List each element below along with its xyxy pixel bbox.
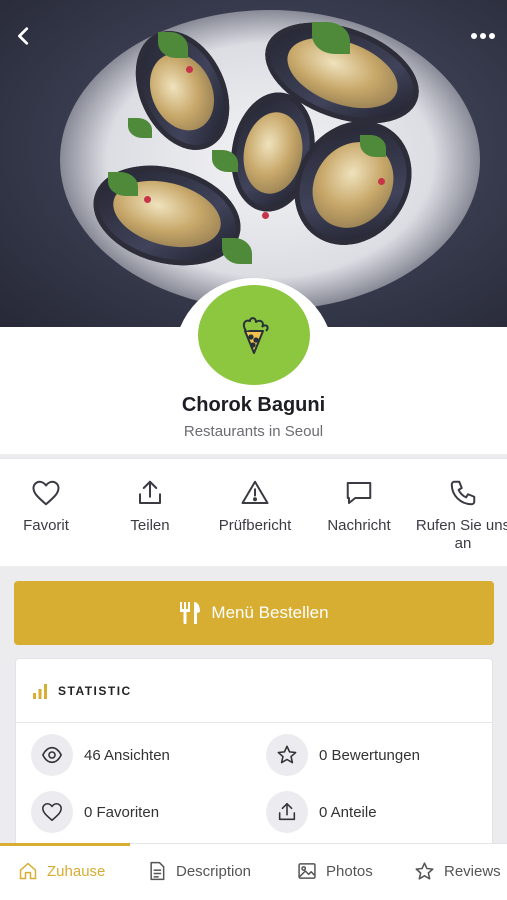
statistic-card: STATISTIC 46 Ansichten 0 Bewertungen 0 F… [15, 658, 493, 858]
call-label: Rufen Sie uns an [415, 517, 507, 552]
bottom-tab-bar: Zuhause Description Photos Reviews [0, 843, 507, 900]
heart-icon [32, 480, 60, 506]
restaurant-detail-screen: Chorok Baguni Restaurants in Seoul Favor… [0, 0, 507, 900]
star-icon [277, 745, 297, 764]
favorite-label: Favorit [23, 517, 69, 534]
home-icon [19, 862, 37, 880]
restaurant-logo [198, 285, 310, 385]
pepper-dot [378, 178, 385, 185]
tab-photos-label: Photos [326, 862, 373, 880]
document-icon [150, 861, 165, 881]
message-icon [346, 482, 372, 504]
favorite-button[interactable]: Favorit [0, 477, 96, 535]
phone-icon [450, 480, 476, 506]
bar-chart-icon [33, 683, 47, 699]
favorites-count: 0 Favoriten [84, 803, 160, 821]
image-icon [298, 863, 316, 879]
active-tab-indicator [0, 843, 130, 846]
tab-description-label: Description [176, 862, 252, 880]
restaurant-category: Restaurants in Seoul [183, 423, 324, 440]
report-label: Prüfbericht [218, 517, 292, 534]
share-icon [139, 480, 161, 504]
share-button[interactable]: Teilen [100, 477, 200, 535]
message-label: Nachricht [327, 517, 391, 534]
more-options-button[interactable] [465, 18, 501, 54]
tab-description[interactable]: Description [147, 861, 251, 881]
favorites-stat: 0 Favoriten [31, 791, 159, 833]
action-bar: Favorit Teilen Prüfbericht Nachricht Ruf… [0, 458, 507, 566]
order-menu-label: Menü Bestellen [211, 603, 329, 622]
star-icon [415, 862, 434, 880]
tab-home[interactable]: Zuhause [18, 861, 105, 881]
eye-icon [41, 746, 63, 764]
share-label: Teilen [130, 517, 170, 534]
pepper-dot [144, 196, 151, 203]
message-button[interactable]: Nachricht [309, 477, 409, 535]
tab-home-label: Zuhause [47, 862, 106, 880]
veggie-basket-icon [242, 317, 269, 354]
tab-reviews-label: Reviews [444, 863, 501, 880]
statistic-header: STATISTIC [16, 659, 492, 723]
statistic-title: STATISTIC [58, 683, 132, 698]
shares-stat: 0 Anteile [266, 791, 377, 833]
ratings-stat: 0 Bewertungen [266, 734, 420, 776]
heart-icon [42, 802, 62, 822]
chevron-left-icon [18, 27, 29, 45]
warning-icon [241, 480, 269, 504]
tab-photos[interactable]: Photos [297, 861, 373, 881]
views-stat: 46 Ansichten [31, 734, 170, 776]
ratings-count: 0 Bewertungen [319, 746, 420, 764]
pepper-dot [186, 66, 193, 73]
report-button[interactable]: Prüfbericht [205, 477, 305, 535]
restaurant-name: Chorok Baguni [181, 394, 326, 416]
more-horizontal-icon [471, 33, 495, 39]
shares-count: 0 Anteile [319, 803, 377, 821]
back-button[interactable] [6, 18, 42, 54]
order-menu-button[interactable]: Menü Bestellen [14, 581, 494, 645]
views-count: 46 Ansichten [84, 746, 170, 764]
tab-reviews[interactable]: Reviews [414, 861, 501, 882]
share-icon [278, 802, 296, 821]
call-button[interactable]: Rufen Sie uns an [413, 477, 507, 553]
cutlery-icon [180, 602, 201, 624]
pepper-dot [262, 212, 269, 219]
